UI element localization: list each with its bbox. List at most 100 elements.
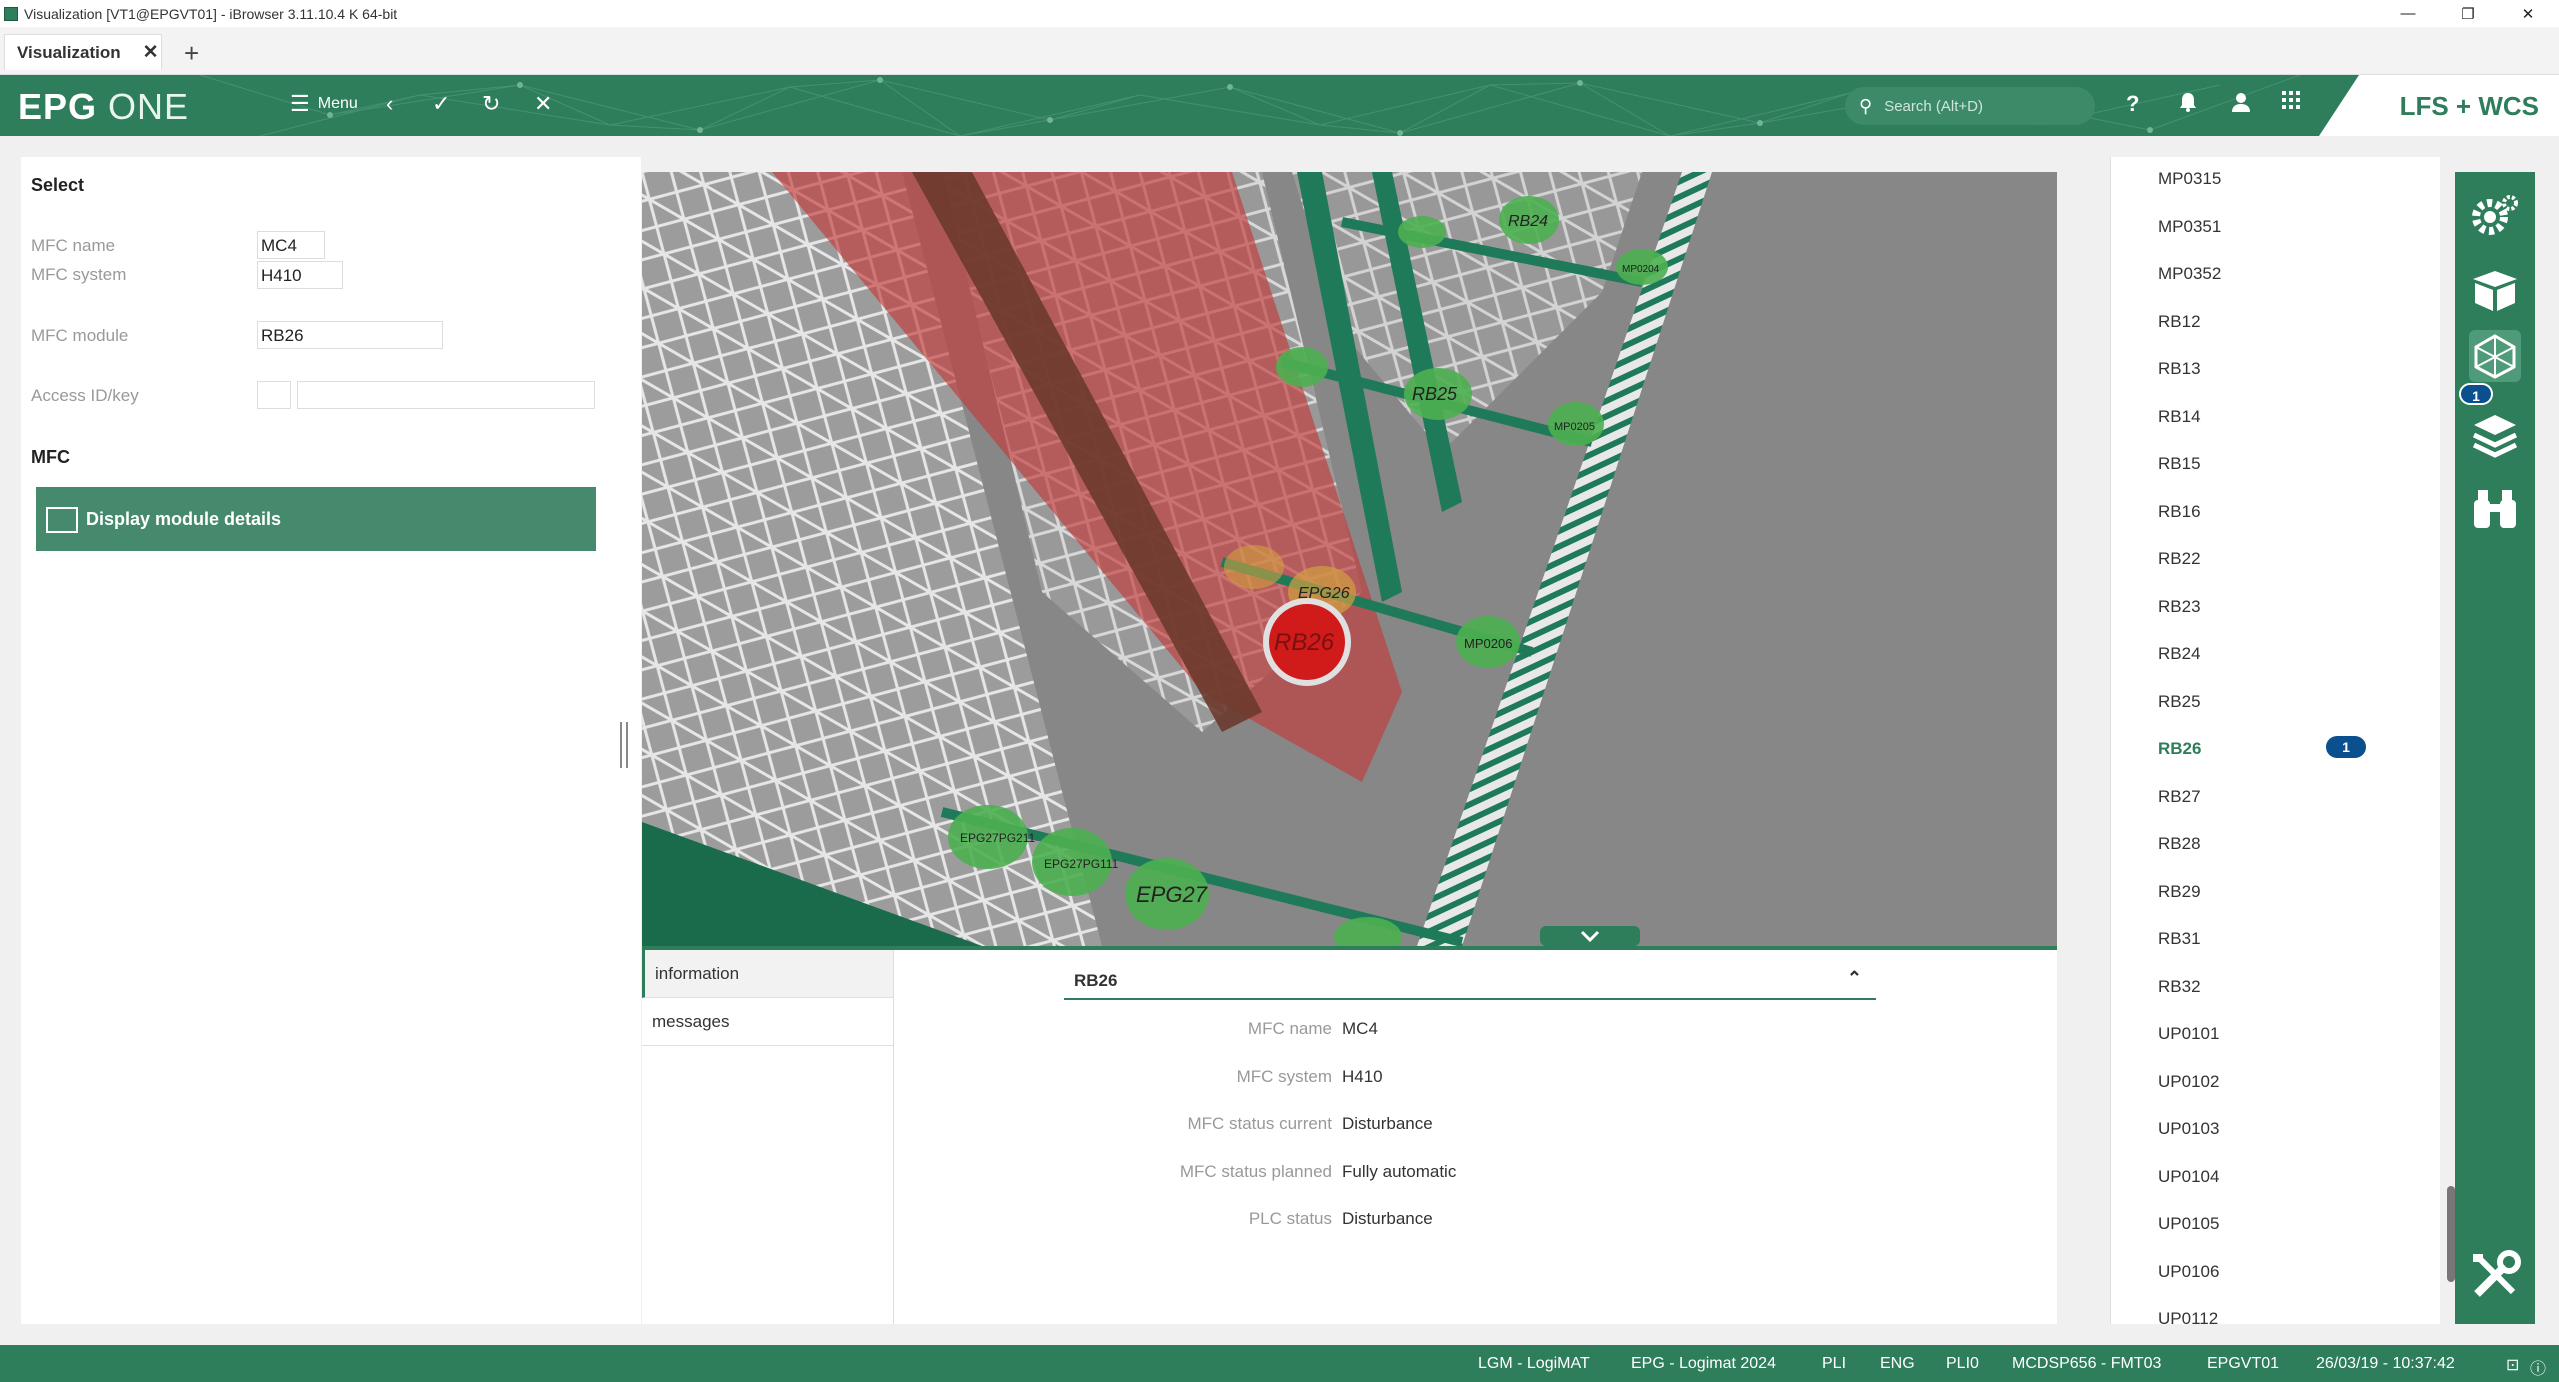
help-icon[interactable]: ? xyxy=(2126,91,2139,117)
module-list-item[interactable]: UP0101 xyxy=(2158,1024,2219,1044)
module-list-item[interactable]: RB31 xyxy=(2158,929,2201,949)
select-panel: Select MFC name MC4 MFC system H410 MFC … xyxy=(21,157,641,1324)
status-item: PLI xyxy=(1822,1355,1847,1372)
details-header[interactable]: RB26 ⌃ xyxy=(1064,964,1876,1000)
module-list-item[interactable]: RB29 xyxy=(2158,882,2201,902)
close-tab-icon[interactable]: ✕ xyxy=(143,41,159,64)
module-list-item[interactable]: RB23 xyxy=(2158,597,2201,617)
chevron-up-icon[interactable]: ⌃ xyxy=(1847,968,1862,989)
module-list-item[interactable]: UP0103 xyxy=(2158,1119,2219,1139)
module-list-item[interactable]: RB22 xyxy=(2158,549,2201,569)
mfc-name-field[interactable]: MC4 xyxy=(257,231,325,259)
mfc-module-label: MFC module xyxy=(31,326,129,345)
binoculars-icon[interactable] xyxy=(2469,482,2521,534)
mfc-system-field[interactable]: H410 xyxy=(257,261,343,289)
display-module-details-button[interactable]: Display module details xyxy=(36,487,596,551)
svg-text:MP0206: MP0206 xyxy=(1464,636,1512,651)
apps-grid-icon[interactable] xyxy=(2282,91,2300,109)
header-network-pattern xyxy=(199,75,2301,136)
status-item: 26/03/19 - 10:37:42 xyxy=(2316,1355,2455,1372)
hamburger-icon: ☰ xyxy=(290,91,310,116)
access-id-label: Access ID/key xyxy=(31,386,139,405)
info-icon[interactable]: ⓘ xyxy=(2530,1355,2546,1379)
module-list-ticks xyxy=(2111,157,2125,1324)
panel-splitter[interactable] xyxy=(620,722,628,768)
view-badge: 1 xyxy=(2459,383,2493,405)
tab-visualization[interactable]: Visualization ✕ xyxy=(4,34,162,70)
expand-tab xyxy=(1540,926,1640,946)
select-title: Select xyxy=(31,175,85,195)
tab-messages[interactable]: messages xyxy=(642,998,893,1046)
module-list-item[interactable]: RB25 xyxy=(2158,692,2201,712)
info-row: PLC status Disturbance xyxy=(1248,1209,1433,1228)
module-details-icon xyxy=(46,507,78,533)
module-list-item[interactable]: MP0351 xyxy=(2158,217,2221,237)
status-bar: ⊡ ⓘ LGM - LogiMAT EPG - Logimat 2024 PLI EN… xyxy=(0,1345,2559,1382)
info-row: MFC status current Disturbance xyxy=(1187,1114,1433,1133)
module-list-item[interactable]: RB12 xyxy=(2158,312,2201,332)
tab-bar: Visualization ✕ + xyxy=(0,27,2559,75)
status-item: EPGVT01 xyxy=(2207,1355,2280,1372)
app-icon xyxy=(4,6,18,21)
module-list-item[interactable]: RB13 xyxy=(2158,359,2201,379)
module-list-item[interactable]: MP0352 xyxy=(2158,264,2221,284)
mfc-module-field[interactable]: RB26 xyxy=(257,321,443,349)
maximize-button[interactable]: ❐ xyxy=(2440,0,2496,27)
minimize-button[interactable]: — xyxy=(2380,0,2436,27)
user-icon[interactable] xyxy=(2230,91,2252,113)
module-list-item[interactable]: UP0105 xyxy=(2158,1214,2219,1234)
module-list: MP0315 MP0351 MP0352 RB12 RB13 RB14 RB15 RB16 RB… xyxy=(2110,157,2440,1324)
svg-text:MP0205: MP0205 xyxy=(1554,421,1595,433)
module-list-item[interactable]: RB15 xyxy=(2158,454,2201,474)
refresh-icon[interactable]: ↻ xyxy=(482,91,500,117)
tools-icon[interactable] xyxy=(2469,1250,2521,1302)
module-list-item[interactable]: RB27 xyxy=(2158,787,2201,807)
back-icon[interactable]: ‹ xyxy=(386,91,393,117)
access-key-field[interactable] xyxy=(297,381,595,409)
module-list-item[interactable]: UP0102 xyxy=(2158,1072,2219,1092)
module-list-item[interactable]: RB26 1 xyxy=(2158,736,2366,759)
svg-text:EPG27PG211: EPG27PG211 xyxy=(960,831,1035,845)
svg-text:EPG27: EPG27 xyxy=(1136,882,1208,907)
module-list-item[interactable]: RB14 xyxy=(2158,407,2201,427)
close-window-button[interactable]: ✕ xyxy=(2500,0,2556,27)
access-id-field[interactable] xyxy=(257,381,291,409)
module-list-item[interactable]: RB24 xyxy=(2158,644,2201,664)
info-row: MFC system H410 xyxy=(1236,1067,1383,1086)
status-item: ENG xyxy=(1880,1355,1915,1372)
search-input[interactable]: ⚲ Search (Alt+D) xyxy=(1845,87,2095,125)
module-count-badge: 1 xyxy=(2326,736,2366,758)
status-item: MCDSP656 - FMT03 xyxy=(2012,1355,2162,1372)
status-item: EPG - Logimat 2024 xyxy=(1631,1355,1776,1372)
tab-information[interactable]: information xyxy=(642,950,893,998)
module-list-scrollbar[interactable] xyxy=(2447,1186,2455,1282)
module-list-item[interactable]: UP0106 xyxy=(2158,1262,2219,1282)
module-list-item[interactable]: RB16 xyxy=(2158,502,2201,522)
mfc-section-title: MFC xyxy=(31,447,70,467)
module-list-item[interactable]: RB28 xyxy=(2158,834,2201,854)
menu-button[interactable]: ☰ Menu xyxy=(290,91,358,117)
3d-viewport[interactable]: RB24 MP0204 RB25 MP0205 EPG26 RB26 MP020… xyxy=(642,172,2057,946)
confirm-icon[interactable]: ✓ xyxy=(432,91,450,117)
new-tab-button[interactable]: + xyxy=(184,38,199,69)
module-list-item[interactable]: UP0104 xyxy=(2158,1167,2219,1187)
brand-label: LFS + WCS xyxy=(2399,91,2539,121)
mfc-system-label: MFC system xyxy=(31,265,127,284)
svg-text:RB25: RB25 xyxy=(1412,384,1458,404)
app-header: EPG ONE ☰ Menu ‹ ✓ ↻ ✕ ⚲ Search (Alt+D) ? … xyxy=(0,75,2559,136)
layers-icon[interactable] xyxy=(2469,410,2521,462)
module-list-item[interactable]: RB32 xyxy=(2158,977,2201,997)
cancel-icon[interactable]: ✕ xyxy=(534,91,552,117)
window-titlebar: Visualization [VT1@EPGVT01] - iBrowser 3… xyxy=(0,0,2559,27)
status-item: PLI0 xyxy=(1946,1355,1979,1372)
module-list-item[interactable]: UP0112 xyxy=(2158,1309,2218,1324)
info-row: MFC name MC4 xyxy=(1247,1019,1378,1038)
warehouse-scene: RB24 MP0204 RB25 MP0205 EPG26 RB26 MP020… xyxy=(642,172,2057,946)
settings-icon[interactable] xyxy=(2469,190,2521,242)
tab-label: Visualization xyxy=(17,42,121,62)
module-list-item[interactable]: MP0315 xyxy=(2158,169,2221,189)
model-3d-icon[interactable] xyxy=(2469,330,2521,382)
box-icon[interactable] xyxy=(2469,264,2521,316)
unlock-icon[interactable]: ⊡ xyxy=(2506,1355,2519,1375)
bell-icon[interactable] xyxy=(2178,91,2198,113)
